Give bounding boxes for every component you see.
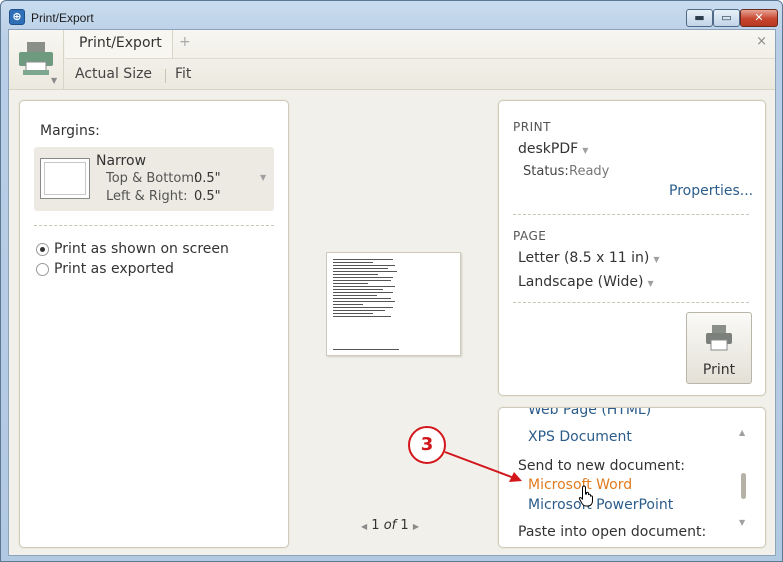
callout-arrow-icon (444, 451, 522, 482)
callout-badge: 3 (408, 426, 446, 464)
hand-cursor-icon (578, 485, 593, 507)
